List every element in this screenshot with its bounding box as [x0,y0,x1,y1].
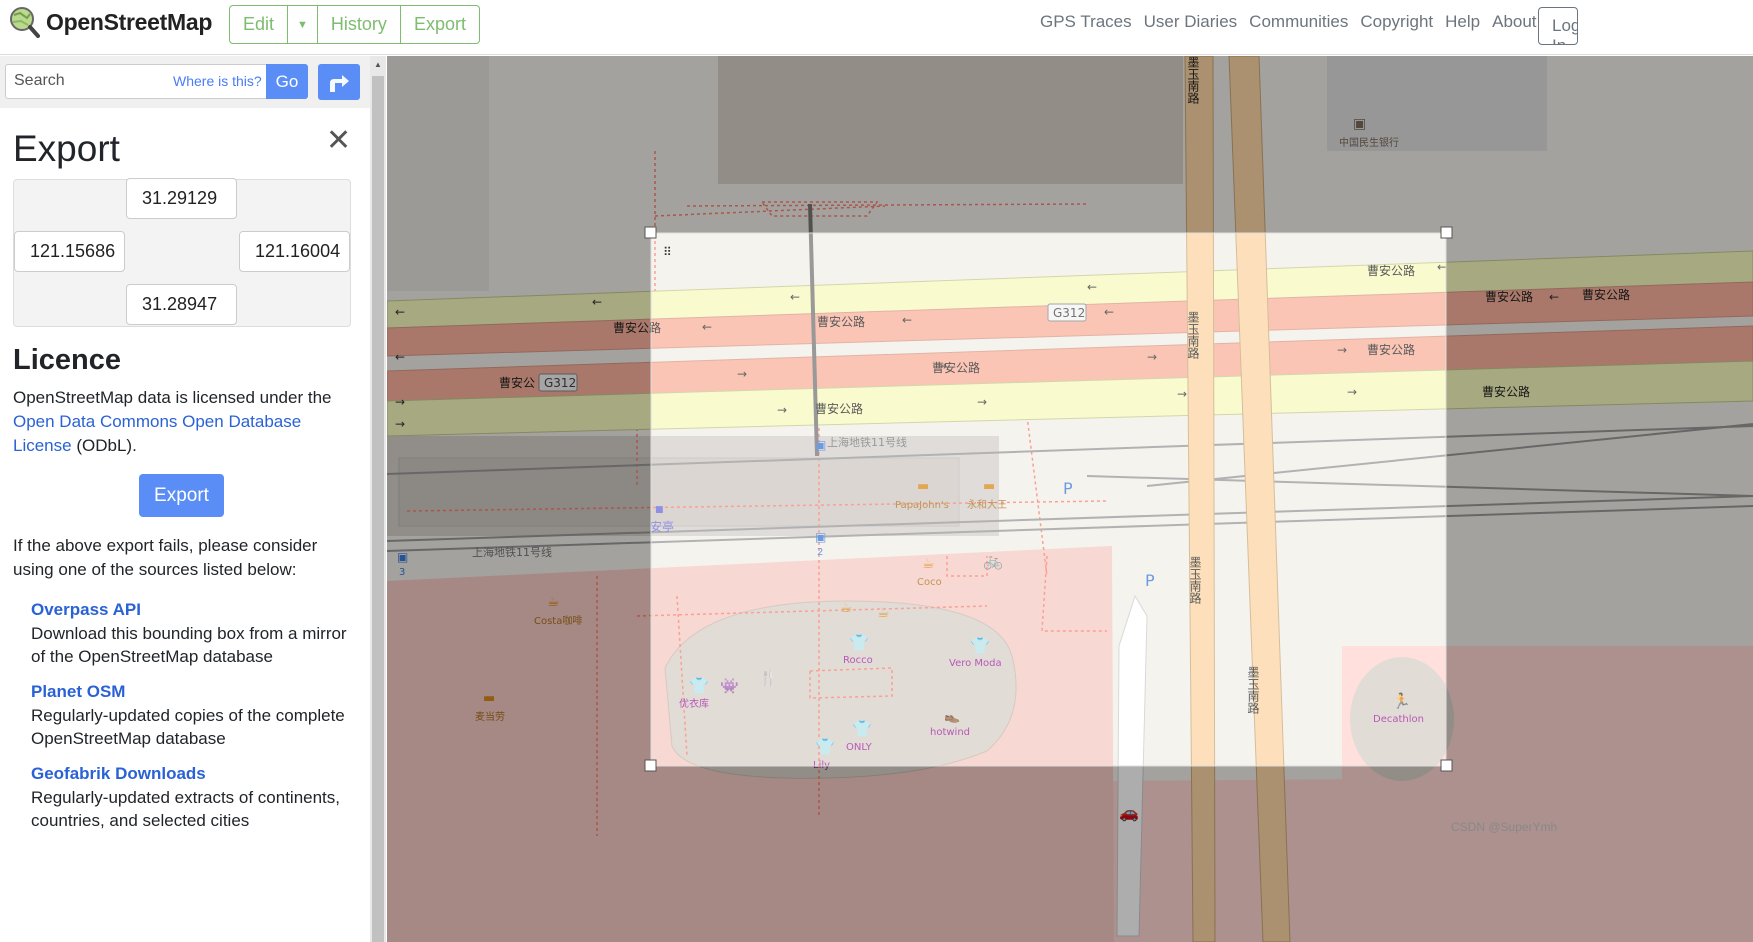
nav-help[interactable]: Help [1445,12,1480,32]
login-button[interactable]: Log In [1538,7,1578,45]
sidebar-scrollbar[interactable]: ▲ [370,56,386,942]
resize-handle-ne[interactable] [1440,226,1453,239]
planet-osm-link[interactable]: Planet OSM [31,680,351,704]
export-button[interactable]: Export [139,474,224,517]
resize-handle-sw[interactable] [644,759,657,772]
logo-text: OpenStreetMap [46,8,213,35]
source-description: Regularly-updated copies of the complete… [31,705,345,749]
osm-logo[interactable]: OpenStreetMap [8,6,212,38]
edit-button-group: Edit ▼ History Export [229,5,480,44]
history-button[interactable]: History [318,6,401,43]
export-fail-text: If the above export fails, please consid… [13,536,318,579]
go-button[interactable]: Go [266,64,308,99]
close-icon[interactable]: ✕ [326,126,351,156]
source-description: Regularly-updated extracts of continents… [31,787,341,831]
licence-heading: Licence [13,344,121,376]
resize-handle-se[interactable] [1440,759,1453,772]
export-panel-title: Export [13,128,120,169]
magnifier-logo-icon [10,7,40,38]
licence-text-post: (ODbL). [71,436,137,455]
search-bar: Where is this? Go [0,56,370,108]
east-coordinate-input[interactable]: 121.16004 [239,231,350,272]
north-coordinate-input[interactable]: 31.29129 [126,178,237,219]
directions-button[interactable] [318,64,360,100]
nav-gps-traces[interactable]: GPS Traces [1040,12,1132,32]
source-overpass: Overpass API Download this bounding box … [31,598,351,669]
nav-user-diaries[interactable]: User Diaries [1144,12,1238,32]
bounding-box-panel: 31.29129 121.15686 121.16004 31.28947 [13,178,351,327]
edit-button[interactable]: Edit [230,6,289,43]
licence-text-pre: OpenStreetMap data is licensed under the [13,388,332,407]
export-tab-button[interactable]: Export [401,6,479,43]
directions-arrow-icon [330,75,349,92]
scrollbar-thumb[interactable] [372,76,384,942]
edit-dropdown-caret-icon[interactable]: ▼ [288,6,318,43]
nav-communities[interactable]: Communities [1249,12,1348,32]
search-input[interactable] [14,72,164,90]
nav-about[interactable]: About [1492,12,1536,32]
west-coordinate-input[interactable]: 121.15686 [14,231,125,272]
south-coordinate-input[interactable]: 31.28947 [126,284,237,325]
sidebar: Where is this? Go ▲ Export ✕ 31.29129 12… [0,56,386,942]
resize-handle-nw[interactable] [644,226,657,239]
source-geofabrik: Geofabrik Downloads Regularly-updated ex… [31,762,351,833]
scroll-up-arrow-icon[interactable]: ▲ [374,60,382,69]
watermark-text: CSDN @SuperYmh [1451,820,1558,834]
top-nav: GPS Traces User Diaries Communities Copy… [1040,12,1537,32]
geofabrik-downloads-link[interactable]: Geofabrik Downloads [31,762,351,786]
odbl-link[interactable]: Open Data Commons Open Database License [13,412,301,455]
overpass-api-link[interactable]: Overpass API [31,598,351,622]
map-canvas[interactable]: ←←← ←← ←←← ←← →→→ →→ →→→ →→ 曹安公路 曹安公路 曹安… [387,56,1753,942]
top-header: OpenStreetMap Edit ▼ History Export GPS … [0,0,1753,55]
nav-copyright[interactable]: Copyright [1360,12,1433,32]
licence-text: OpenStreetMap data is licensed under the… [13,386,353,458]
where-is-this-link[interactable]: Where is this? [173,73,262,89]
search-field: Where is this? [5,64,267,99]
drag-grip-icon[interactable]: ⠿ [663,245,672,259]
export-selection-box[interactable] [650,232,1447,767]
source-planet-osm: Planet OSM Regularly-updated copies of t… [31,680,351,751]
source-description: Download this bounding box from a mirror… [31,623,347,667]
